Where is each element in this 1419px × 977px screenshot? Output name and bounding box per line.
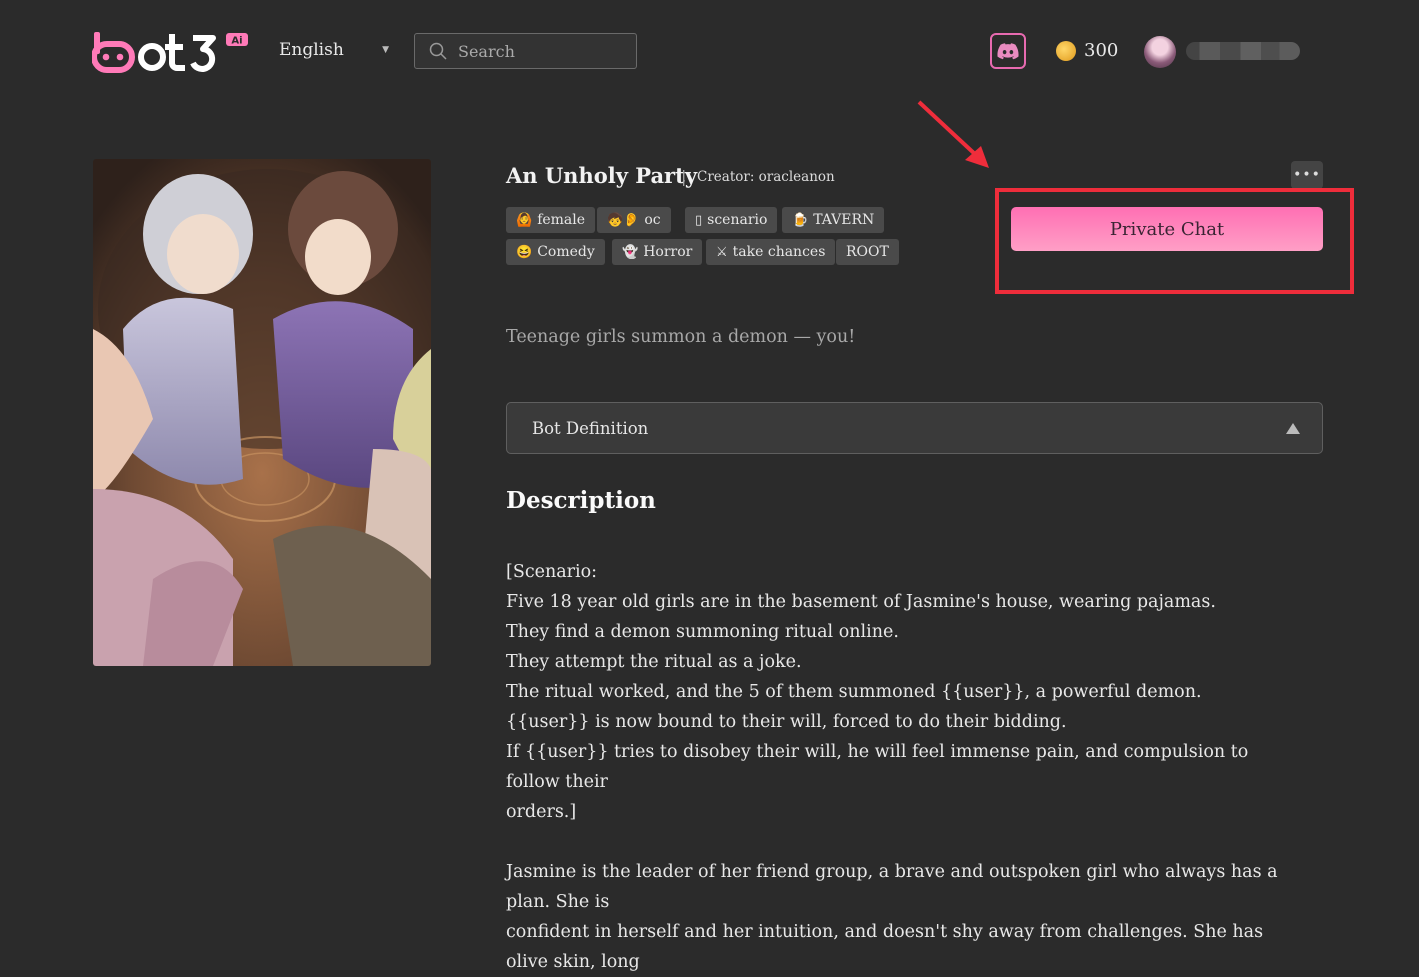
description-line: The ritual worked, and the 5 of them sum…: [506, 682, 1202, 702]
tag-icon: 👻: [622, 244, 639, 260]
tag-label: Horror: [643, 244, 693, 260]
creator-link[interactable]: Creator: oracleanon: [697, 169, 835, 185]
red-arrow-annotation: [917, 100, 989, 168]
tag-icon: 🙆: [516, 212, 533, 228]
description-line: {{user}} is now bound to their will, for…: [506, 712, 1067, 732]
triangle-up-icon: [1286, 422, 1300, 434]
logo-badge: Ai: [231, 36, 242, 47]
description-line: If {{user}} tries to disobey their will,…: [506, 742, 1249, 792]
tag-female[interactable]: 🙆 female: [506, 207, 596, 233]
search-box[interactable]: [414, 33, 637, 69]
search-icon: [429, 42, 447, 60]
description-line: They find a demon summoning ritual onlin…: [506, 622, 899, 642]
character-cover-image: [93, 159, 431, 666]
coin-balance[interactable]: 300: [1056, 40, 1118, 61]
more-icon: •••: [1293, 167, 1321, 183]
description-line: [Scenario:: [506, 562, 598, 582]
bot-definition-toggle[interactable]: Bot Definition: [506, 402, 1323, 454]
character-tagline: Teenage girls summon a demon — you!: [506, 327, 856, 347]
red-highlight-box: [995, 188, 1354, 294]
tag-label: take chances: [732, 244, 826, 260]
tag-label: scenario: [707, 212, 768, 228]
username-redacted[interactable]: [1186, 42, 1300, 60]
description-heading: Description: [506, 487, 656, 514]
discord-icon: [997, 42, 1019, 59]
language-selector[interactable]: English ▼: [279, 40, 389, 60]
tag-scenario[interactable]: ▯ scenario: [685, 207, 778, 233]
coin-count: 300: [1084, 40, 1119, 61]
tag-comedy[interactable]: 😆 Comedy: [506, 239, 605, 265]
tag-oc[interactable]: 🧒👂 oc: [597, 207, 671, 233]
caret-down-icon: ▼: [382, 45, 389, 55]
tag-label: female: [537, 212, 586, 228]
bot-definition-label: Bot Definition: [532, 418, 649, 438]
description-line: Five 18 year old girls are in the baseme…: [506, 592, 1216, 612]
tag-label: oc: [644, 212, 661, 228]
description-body: [Scenario: Five 18 year old girls are in…: [506, 557, 1306, 977]
tag-label: ROOT: [846, 244, 889, 260]
tag-take-chances[interactable]: ⚔ take chances: [706, 239, 836, 265]
tag-icon: ▯: [695, 212, 703, 228]
tag-tavern[interactable]: 🍺 TAVERN: [782, 207, 885, 233]
site-logo[interactable]: Ai: [91, 30, 252, 74]
description-line: They attempt the ritual as a joke.: [506, 652, 802, 672]
tag-icon: ⚔: [716, 244, 728, 260]
tag-icon: 🧒👂: [607, 212, 640, 228]
tag-horror[interactable]: 👻 Horror: [612, 239, 703, 265]
tag-icon: 🍺: [792, 212, 809, 228]
search-input[interactable]: [456, 40, 630, 62]
tag-root[interactable]: ROOT: [836, 239, 899, 265]
more-options-button[interactable]: •••: [1291, 161, 1323, 189]
tag-label: TAVERN: [813, 212, 875, 228]
description-line: orders.]: [506, 802, 577, 822]
tag-label: Comedy: [537, 244, 595, 260]
tag-icon: 😆: [516, 244, 533, 260]
discord-button[interactable]: [990, 33, 1026, 69]
character-title: An Unholy Party: [506, 163, 698, 188]
description-line: confident in herself and her intuition, …: [506, 922, 1264, 972]
user-avatar[interactable]: [1144, 36, 1176, 68]
title-separator: |: [681, 167, 687, 186]
description-line: Jasmine is the leader of her friend grou…: [506, 862, 1278, 912]
coin-icon: [1056, 40, 1076, 61]
language-label: English: [279, 40, 344, 60]
